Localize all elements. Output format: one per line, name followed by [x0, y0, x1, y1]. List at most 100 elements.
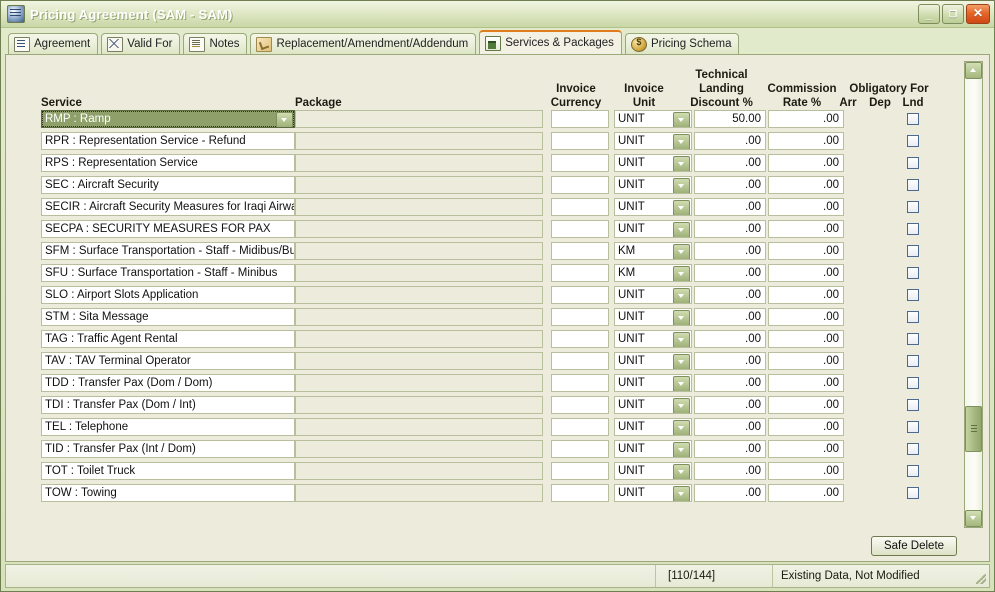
service-cell[interactable]: TOW : Towing — [41, 484, 295, 502]
vertical-scrollbar[interactable] — [964, 61, 983, 528]
invoice-unit-cell[interactable]: KM — [614, 242, 692, 260]
tab-valid-for[interactable]: Valid For — [101, 33, 181, 54]
invoice-currency-cell[interactable] — [551, 374, 609, 392]
commission-rate-cell[interactable]: .00 — [768, 440, 844, 458]
commission-rate-cell[interactable]: .00 — [768, 396, 844, 414]
table-row[interactable]: SFU : Surface Transportation - Staff - M… — [14, 263, 981, 285]
invoice-currency-cell[interactable] — [551, 242, 609, 260]
safe-delete-button[interactable]: Safe Delete — [871, 536, 957, 556]
technical-landing-discount-cell[interactable]: 50.00 — [694, 110, 766, 128]
package-cell[interactable] — [295, 154, 543, 172]
table-row[interactable]: RPR : Representation Service - Refund UNI… — [14, 131, 981, 153]
invoice-unit-cell[interactable]: UNIT — [614, 484, 692, 502]
obligatory-lnd-checkbox[interactable] — [907, 289, 919, 301]
invoice-unit-cell[interactable]: UNIT — [614, 154, 692, 172]
table-row[interactable]: STM : Sita Message UNIT .00.00 — [14, 307, 981, 329]
invoice-currency-cell[interactable] — [551, 308, 609, 326]
chevron-down-icon[interactable] — [673, 442, 690, 457]
chevron-down-icon[interactable] — [673, 156, 690, 171]
invoice-currency-cell[interactable] — [551, 220, 609, 238]
chevron-down-icon[interactable] — [673, 112, 690, 127]
package-cell[interactable] — [295, 110, 543, 128]
chevron-down-icon[interactable] — [673, 332, 690, 347]
commission-rate-cell[interactable]: .00 — [768, 418, 844, 436]
invoice-unit-cell[interactable]: UNIT — [614, 352, 692, 370]
package-cell[interactable] — [295, 418, 543, 436]
invoice-currency-cell[interactable] — [551, 440, 609, 458]
obligatory-lnd-checkbox[interactable] — [907, 245, 919, 257]
obligatory-lnd-checkbox[interactable] — [907, 267, 919, 279]
table-row[interactable]: TOW : Towing UNIT .00.00 — [14, 483, 981, 505]
commission-rate-cell[interactable]: .00 — [768, 242, 844, 260]
tab-pricing-schema[interactable]: Pricing Schema — [624, 33, 740, 54]
invoice-currency-cell[interactable] — [551, 330, 609, 348]
commission-rate-cell[interactable]: .00 — [768, 154, 844, 172]
minimize-button[interactable]: _ — [918, 4, 940, 24]
technical-landing-discount-cell[interactable]: .00 — [694, 264, 766, 282]
commission-rate-cell[interactable]: .00 — [768, 462, 844, 480]
package-cell[interactable] — [295, 286, 543, 304]
obligatory-lnd-checkbox[interactable] — [907, 377, 919, 389]
tab-notes[interactable]: Notes — [183, 33, 248, 54]
table-row[interactable]: SECPA : SECURITY MEASURES FOR PAX UNIT .00… — [14, 219, 981, 241]
table-row[interactable]: TEL : Telephone UNIT .00.00 — [14, 417, 981, 439]
commission-rate-cell[interactable]: .00 — [768, 484, 844, 502]
package-cell[interactable] — [295, 198, 543, 216]
technical-landing-discount-cell[interactable]: .00 — [694, 286, 766, 304]
technical-landing-discount-cell[interactable]: .00 — [694, 308, 766, 326]
obligatory-lnd-checkbox[interactable] — [907, 443, 919, 455]
obligatory-lnd-checkbox[interactable] — [907, 355, 919, 367]
obligatory-lnd-checkbox[interactable] — [907, 201, 919, 213]
chevron-down-icon[interactable] — [673, 200, 690, 215]
chevron-down-icon[interactable] — [673, 354, 690, 369]
invoice-currency-cell[interactable] — [551, 264, 609, 282]
service-cell[interactable]: SFM : Surface Transportation - Staff - M… — [41, 242, 295, 260]
resize-grip-icon[interactable] — [976, 574, 986, 584]
chevron-down-icon[interactable] — [673, 464, 690, 479]
close-button[interactable]: ✕ — [966, 4, 990, 24]
table-row[interactable]: SLO : Airport Slots Application UNIT .00.0… — [14, 285, 981, 307]
obligatory-lnd-checkbox[interactable] — [907, 113, 919, 125]
service-cell[interactable]: RPS : Representation Service — [41, 154, 295, 172]
invoice-unit-cell[interactable]: UNIT — [614, 286, 692, 304]
table-row[interactable]: RPS : Representation Service UNIT .00.00 — [14, 153, 981, 175]
commission-rate-cell[interactable]: .00 — [768, 286, 844, 304]
service-cell[interactable]: SFU : Surface Transportation - Staff - M… — [41, 264, 295, 282]
invoice-currency-cell[interactable] — [551, 132, 609, 150]
service-cell[interactable]: TOT : Toilet Truck — [41, 462, 295, 480]
invoice-unit-cell[interactable]: UNIT — [614, 220, 692, 238]
invoice-unit-cell[interactable]: UNIT — [614, 396, 692, 414]
technical-landing-discount-cell[interactable]: .00 — [694, 440, 766, 458]
chevron-down-icon[interactable] — [673, 376, 690, 391]
package-cell[interactable] — [295, 484, 543, 502]
package-cell[interactable] — [295, 132, 543, 150]
service-cell[interactable]: TID : Transfer Pax (Int / Dom) — [41, 440, 295, 458]
invoice-unit-cell[interactable]: KM — [614, 264, 692, 282]
service-cell[interactable]: SECPA : SECURITY MEASURES FOR PAX — [41, 220, 295, 238]
invoice-currency-cell[interactable] — [551, 462, 609, 480]
technical-landing-discount-cell[interactable]: .00 — [694, 418, 766, 436]
obligatory-lnd-checkbox[interactable] — [907, 487, 919, 499]
chevron-down-icon[interactable] — [673, 486, 690, 501]
technical-landing-discount-cell[interactable]: .00 — [694, 220, 766, 238]
technical-landing-discount-cell[interactable]: .00 — [694, 396, 766, 414]
obligatory-lnd-checkbox[interactable] — [907, 179, 919, 191]
commission-rate-cell[interactable]: .00 — [768, 374, 844, 392]
invoice-currency-cell[interactable] — [551, 396, 609, 414]
obligatory-lnd-checkbox[interactable] — [907, 223, 919, 235]
service-cell[interactable]: TEL : Telephone — [41, 418, 295, 436]
table-row[interactable]: TOT : Toilet Truck UNIT .00.00 — [14, 461, 981, 483]
table-row[interactable]: SEC : Aircraft Security UNIT .00.00 — [14, 175, 981, 197]
invoice-unit-cell[interactable]: UNIT — [614, 198, 692, 216]
table-row[interactable]: RMP : Ramp UNIT 50.00.00 — [14, 109, 981, 131]
technical-landing-discount-cell[interactable]: .00 — [694, 374, 766, 392]
package-cell[interactable] — [295, 440, 543, 458]
obligatory-lnd-checkbox[interactable] — [907, 311, 919, 323]
table-row[interactable]: TDI : Transfer Pax (Dom / Int) UNIT .00.00 — [14, 395, 981, 417]
invoice-unit-cell[interactable]: UNIT — [614, 418, 692, 436]
commission-rate-cell[interactable]: .00 — [768, 264, 844, 282]
table-row[interactable]: SFM : Surface Transportation - Staff - M… — [14, 241, 981, 263]
chevron-down-icon[interactable] — [673, 310, 690, 325]
technical-landing-discount-cell[interactable]: .00 — [694, 132, 766, 150]
maximize-button[interactable]: ❐ — [942, 4, 964, 24]
